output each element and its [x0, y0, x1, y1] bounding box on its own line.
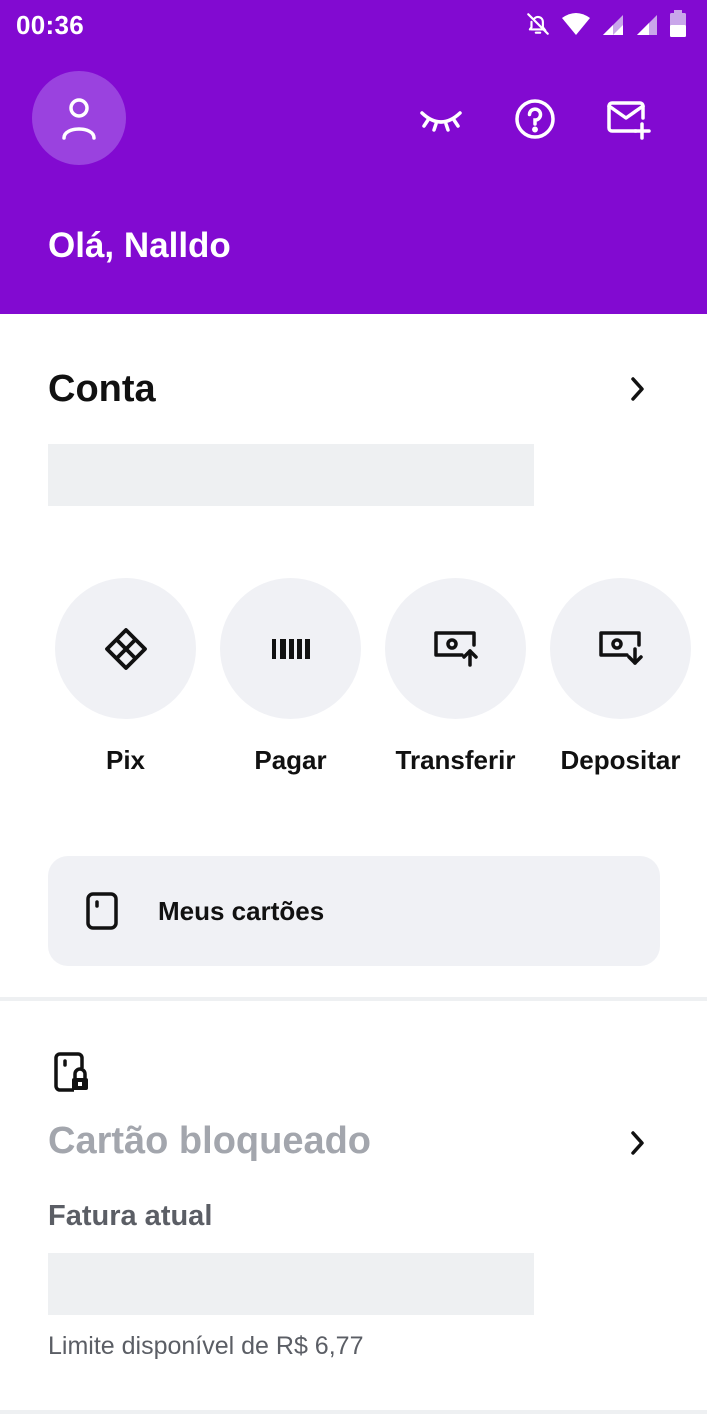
status-icons — [525, 10, 687, 38]
my-cards-label: Meus cartões — [158, 895, 325, 926]
greeting: Olá, Nalldo — [48, 226, 231, 265]
invite-button[interactable] — [606, 96, 652, 142]
section-divider — [0, 997, 707, 1001]
help-icon — [515, 99, 555, 139]
help-button[interactable] — [512, 96, 558, 142]
action-depositar[interactable]: Depositar — [550, 578, 691, 776]
user-icon — [62, 98, 96, 140]
action-depositar-circle[interactable] — [550, 578, 691, 719]
limit-text: Limite disponível de R$ 6,77 — [48, 1332, 364, 1360]
bottom-divider — [0, 1410, 707, 1414]
card-locked-icon — [52, 1050, 92, 1094]
barcode-icon — [271, 638, 310, 659]
action-label: Depositar — [560, 745, 681, 775]
signal-icon — [637, 15, 657, 35]
card-chevron-icon[interactable] — [622, 1128, 652, 1158]
header: 00:36 Olá, Nalldo — [0, 0, 707, 314]
hide-balance-button[interactable] — [418, 96, 464, 142]
battery-icon — [670, 10, 686, 37]
action-pagar-circle[interactable] — [220, 578, 361, 719]
action-label: Transferir — [395, 745, 516, 775]
hide-balance-icon — [420, 111, 462, 132]
account-title[interactable]: Conta — [48, 368, 156, 411]
status-bar: 00:36 — [0, 0, 707, 48]
card-icon — [84, 891, 120, 931]
action-pagar[interactable]: Pagar — [220, 578, 361, 776]
action-label: Pix — [105, 745, 146, 775]
signal-icon — [603, 15, 623, 35]
pix-icon — [104, 627, 147, 670]
action-pix-circle[interactable] — [55, 578, 196, 719]
action-label: Pagar — [254, 745, 327, 775]
deposit-icon — [598, 630, 643, 665]
card-status[interactable]: Cartão bloqueado — [48, 1120, 371, 1163]
status-time: 00:36 — [16, 10, 84, 40]
invoice-label: Fatura atual — [48, 1200, 213, 1232]
profile-button[interactable] — [32, 71, 126, 165]
invite-icon — [607, 101, 651, 140]
action-transferir-circle[interactable] — [385, 578, 526, 719]
balance-placeholder — [48, 444, 534, 506]
action-transferir[interactable]: Transferir — [385, 578, 526, 776]
my-cards-button[interactable]: Meus cartões — [48, 856, 660, 966]
invoice-placeholder — [48, 1253, 534, 1315]
notifications-off-icon — [527, 13, 549, 35]
transfer-out-icon — [433, 630, 478, 667]
account-chevron-icon[interactable] — [622, 374, 652, 404]
action-pix[interactable]: Pix — [55, 578, 196, 776]
wifi-icon — [562, 13, 590, 35]
